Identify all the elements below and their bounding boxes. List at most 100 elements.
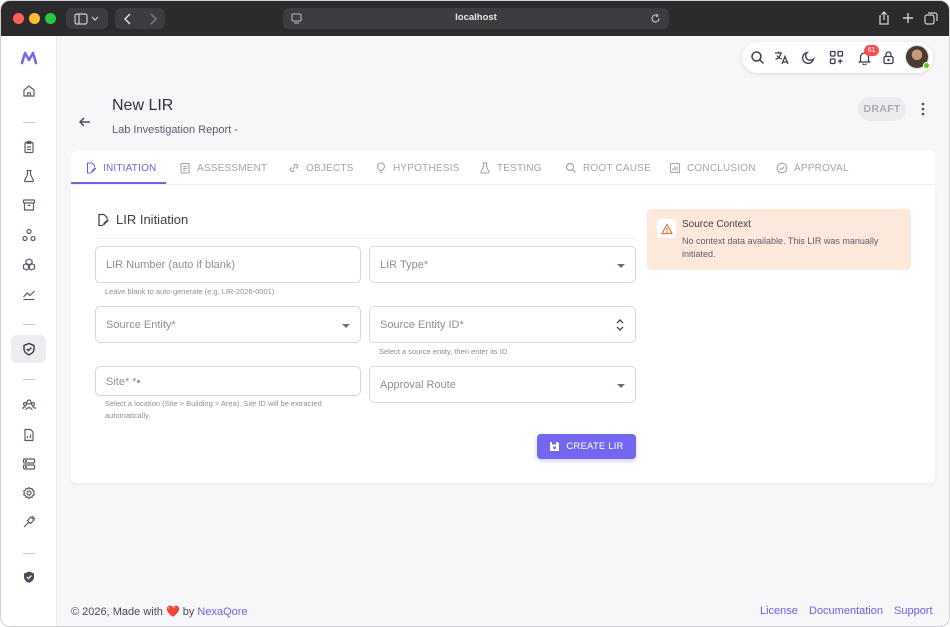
source-context-text: No context data available. This LIR was … [682, 236, 879, 259]
notification-badge: 61 [864, 45, 879, 56]
sidebar-item-quality[interactable] [11, 335, 46, 363]
tab-conclusion[interactable]: CONCLUSION [669, 151, 756, 185]
sidebar-item-home[interactable] [11, 77, 46, 105]
theme-toggle-icon[interactable] [801, 50, 816, 65]
sidebar-item-reports[interactable] [11, 421, 46, 449]
sidebar-item-servers[interactable] [11, 450, 46, 478]
source-entity-placeholder: Source Entity* [106, 319, 176, 331]
footer-link-support[interactable]: Support [894, 605, 933, 617]
lir-number-field[interactable] [95, 246, 361, 283]
tab-label: APPROVAL [794, 162, 849, 174]
site-helper: Select a location (Site > Building > Are… [105, 399, 322, 420]
reload-icon[interactable] [650, 13, 661, 24]
tab-bar: INITIATION ASSESSMENT OBJECTS HYPOTHESIS… [71, 151, 935, 185]
flask-icon [480, 162, 490, 174]
new-tab-icon[interactable] [900, 10, 916, 26]
tab-testing[interactable]: TESTING [479, 151, 542, 185]
boxes-icon [22, 258, 35, 271]
section-title-text: LIR Initiation [116, 212, 189, 227]
source-entity-id-input[interactable] [370, 307, 635, 342]
lir-type-select[interactable]: LIR Type* [369, 246, 636, 283]
plug-icon [23, 515, 35, 528]
sidebar-item-clipboard[interactable] [11, 133, 46, 161]
tab-approval[interactable]: APPROVAL [776, 151, 849, 185]
footer-link-license[interactable]: License [760, 605, 798, 617]
apps-grid-icon[interactable] [829, 50, 844, 65]
footer-link-documentation[interactable]: Documentation [809, 605, 883, 617]
users-icon [21, 399, 36, 411]
source-entity-id-helper: Select a source entity, then enter its I… [379, 347, 508, 356]
sidebar-item-security[interactable] [11, 563, 46, 591]
more-options-icon[interactable] [915, 101, 931, 117]
address-bar[interactable]: localhost [283, 8, 669, 29]
create-lir-button[interactable]: CREATE LIR [537, 434, 636, 459]
file-edit-icon [86, 162, 97, 174]
by-text: by [182, 606, 195, 618]
share-icon[interactable] [876, 10, 892, 26]
sidebar-toggle-button[interactable] [66, 8, 108, 29]
lir-number-input[interactable] [96, 247, 360, 282]
tab-label: ROOT CAUSE [583, 162, 651, 174]
section-divider [96, 238, 636, 239]
shield-check-icon [22, 342, 35, 356]
tab-label: INITIATION [103, 162, 157, 174]
server-icon [22, 458, 35, 470]
tab-hypothesis[interactable]: HYPOTHESIS [375, 151, 459, 185]
flask-icon [23, 169, 34, 183]
top-actions-bar: 61 [742, 42, 933, 73]
source-context-alert: Source Context No context data available… [647, 209, 911, 270]
sidebar-item-users[interactable] [11, 391, 46, 419]
chart-line-icon [22, 290, 35, 301]
source-context-title: Source Context [682, 219, 751, 230]
lock-icon[interactable] [881, 50, 896, 65]
active-tab-indicator [71, 182, 166, 184]
tab-root-cause[interactable]: ROOT CAUSE [565, 151, 651, 185]
lightbulb-icon [376, 162, 386, 174]
logo-icon [20, 51, 37, 65]
sidebar-item-tools[interactable] [11, 508, 46, 536]
source-entity-select[interactable]: Source Entity* [95, 306, 361, 343]
maximize-window-button[interactable] [45, 13, 56, 24]
copyright-text: © 2026, Made with [71, 606, 163, 618]
tab-label: CONCLUSION [687, 162, 756, 174]
brand-link[interactable]: NexaQore [197, 606, 247, 618]
sidebar-item-analytics[interactable] [11, 280, 46, 308]
clipboard-list-icon [180, 162, 190, 174]
search-icon[interactable] [750, 50, 765, 65]
app-logo[interactable] [11, 44, 46, 72]
minimize-window-button[interactable] [29, 13, 40, 24]
check-circle-icon [776, 162, 788, 174]
page-subtitle: Lab Investigation Report - [112, 124, 238, 136]
sidebar-item-boxes[interactable] [11, 250, 46, 278]
warning-triangle-icon [660, 222, 673, 234]
tab-label: OBJECTS [306, 162, 354, 174]
tab-initiation[interactable]: INITIATION [85, 151, 156, 185]
tab-overview-icon[interactable] [923, 10, 939, 26]
lir-type-placeholder: LIR Type* [380, 259, 429, 271]
source-entity-id-field[interactable] [369, 306, 636, 343]
link-icon [289, 163, 299, 173]
site-field[interactable]: Site* *• [95, 366, 361, 396]
shield-icon [23, 571, 34, 583]
file-edit-icon [98, 213, 109, 226]
report-icon [23, 428, 34, 442]
tab-assessment[interactable]: ASSESSMENT [179, 151, 267, 185]
tab-objects[interactable]: OBJECTS [288, 151, 354, 185]
close-window-button[interactable] [13, 13, 24, 24]
create-lir-label: CREATE LIR [566, 441, 624, 452]
dropdown-caret-icon [342, 324, 350, 328]
page-title: New LIR [112, 97, 174, 114]
sidebar-item-lab[interactable] [11, 162, 46, 190]
archive-icon [22, 199, 35, 211]
translate-icon[interactable] [774, 50, 789, 65]
gear-icon [22, 486, 35, 500]
back-nav-icon[interactable] [118, 12, 162, 25]
sidebar-item-shapes[interactable] [11, 221, 46, 249]
dropdown-caret-icon [617, 384, 625, 388]
stepper-icon[interactable] [615, 318, 625, 332]
approval-route-select[interactable]: Approval Route [369, 366, 636, 403]
tab-label: HYPOTHESIS [393, 162, 460, 174]
sidebar-item-archive[interactable] [11, 191, 46, 219]
sidebar-item-settings[interactable] [11, 479, 46, 507]
back-arrow-icon[interactable] [77, 114, 93, 130]
